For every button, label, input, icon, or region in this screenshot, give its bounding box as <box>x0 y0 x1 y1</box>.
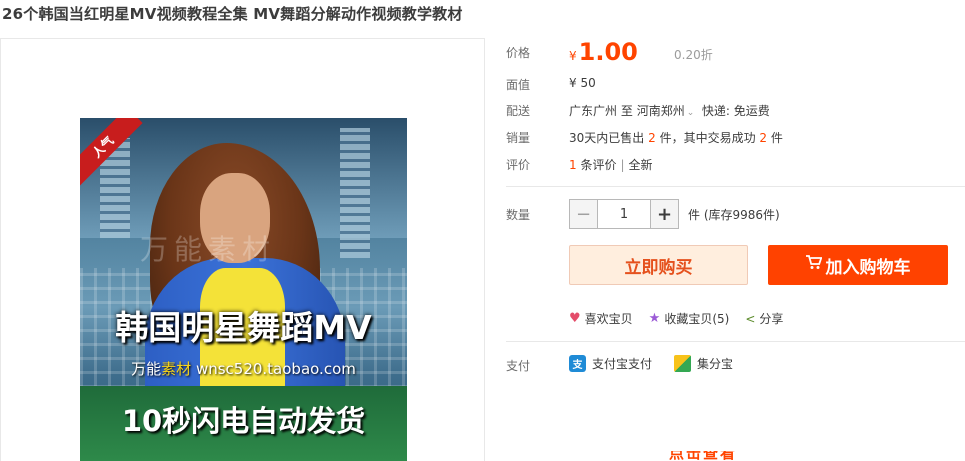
share-button[interactable]: < 分享 <box>745 310 783 327</box>
price-label: 价格 <box>506 46 531 60</box>
shipping-label: 配送 <box>506 104 531 118</box>
product-title: 26个韩国当红明星MV视频教程全集 MV舞蹈分解动作视频教学教材 <box>2 5 463 23</box>
cutoff-link[interactable]: 点击查看 <box>669 451 799 461</box>
alipay-icon: 支 <box>569 355 586 372</box>
price-row: 价格 ¥1.00 0.20折 <box>506 38 965 68</box>
product-gallery: 万能素材 人气 韩国明星舞蹈MV 万能素材 wnsc520.taobao.com… <box>0 38 485 461</box>
divider <box>506 186 965 187</box>
increase-button[interactable]: + <box>650 200 678 228</box>
jifenbao-option: 集分宝 <box>674 355 733 372</box>
ship-to-select[interactable]: 河南郑州 ⌄ <box>637 104 695 118</box>
sales-row: 销量 30天内已售出 2 件，其中交易成功 2 件 <box>506 129 965 147</box>
quantity-stepper: − + <box>569 199 679 229</box>
shipping-row: 配送 广东广州 至 河南郑州 ⌄ 快递: 免运费 <box>506 102 965 120</box>
stock-text: 件 (库存9986件) <box>688 208 780 222</box>
image-building <box>340 128 370 258</box>
favorite-button[interactable]: ★ 收藏宝贝(5) <box>649 310 730 327</box>
like-button[interactable]: ♥ 喜欢宝贝 <box>569 310 633 327</box>
heart-icon: ♥ <box>569 311 581 326</box>
reviews-row: 评价 1 条评价 | 全新 <box>506 156 965 174</box>
sales-label: 销量 <box>506 131 531 145</box>
quantity-input[interactable] <box>598 200 650 228</box>
reviews-value[interactable]: 1 条评价 | 全新 <box>569 156 653 173</box>
shipping-value: 广东广州 至 河南郑州 ⌄ 快递: 免运费 <box>569 102 770 119</box>
alipay-option: 支 支付宝支付 <box>569 355 652 372</box>
price-value: ¥1.00 <box>569 38 638 66</box>
ship-to-word: 至 <box>620 104 633 118</box>
image-bottom-text: 10秒闪电自动发货 <box>121 404 366 438</box>
image-watermark: 万能素材 <box>140 233 277 266</box>
product-main-image[interactable]: 万能素材 人气 韩国明星舞蹈MV 万能素材 wnsc520.taobao.com… <box>80 118 407 461</box>
divider <box>506 341 965 342</box>
payment-label: 支付 <box>506 359 531 373</box>
share-icon: < <box>745 311 756 326</box>
add-to-cart-label: 加入购物车 <box>825 257 911 278</box>
face-value-label: 面值 <box>506 78 531 92</box>
jifenbao-icon <box>674 355 691 372</box>
ship-from: 广东广州 <box>569 104 618 118</box>
express-fee: 快递: 免运费 <box>701 104 770 118</box>
buy-now-button[interactable]: 立即购买 <box>569 245 748 285</box>
decrease-button[interactable]: − <box>570 200 598 228</box>
sales-value: 30天内已售出 2 件，其中交易成功 2 件 <box>569 131 783 145</box>
star-icon: ★ <box>648 311 661 326</box>
image-headline: 韩国明星舞蹈MV <box>115 308 372 347</box>
action-links: ♥ 喜欢宝贝 ★ 收藏宝贝(5) < 分享 <box>569 310 799 327</box>
cart-icon <box>805 255 822 275</box>
face-value-row: 面值 ¥ 50 <box>506 76 965 94</box>
discount-text: 0.20折 <box>674 48 713 62</box>
image-subtext: 万能素材 wnsc520.taobao.com <box>131 360 356 378</box>
face-value: ¥ 50 <box>569 76 596 90</box>
quantity-label: 数量 <box>506 208 531 222</box>
add-to-cart-button[interactable]: 加入购物车 <box>768 245 948 285</box>
chevron-down-icon: ⌄ <box>686 108 695 118</box>
reviews-label: 评价 <box>506 158 531 172</box>
